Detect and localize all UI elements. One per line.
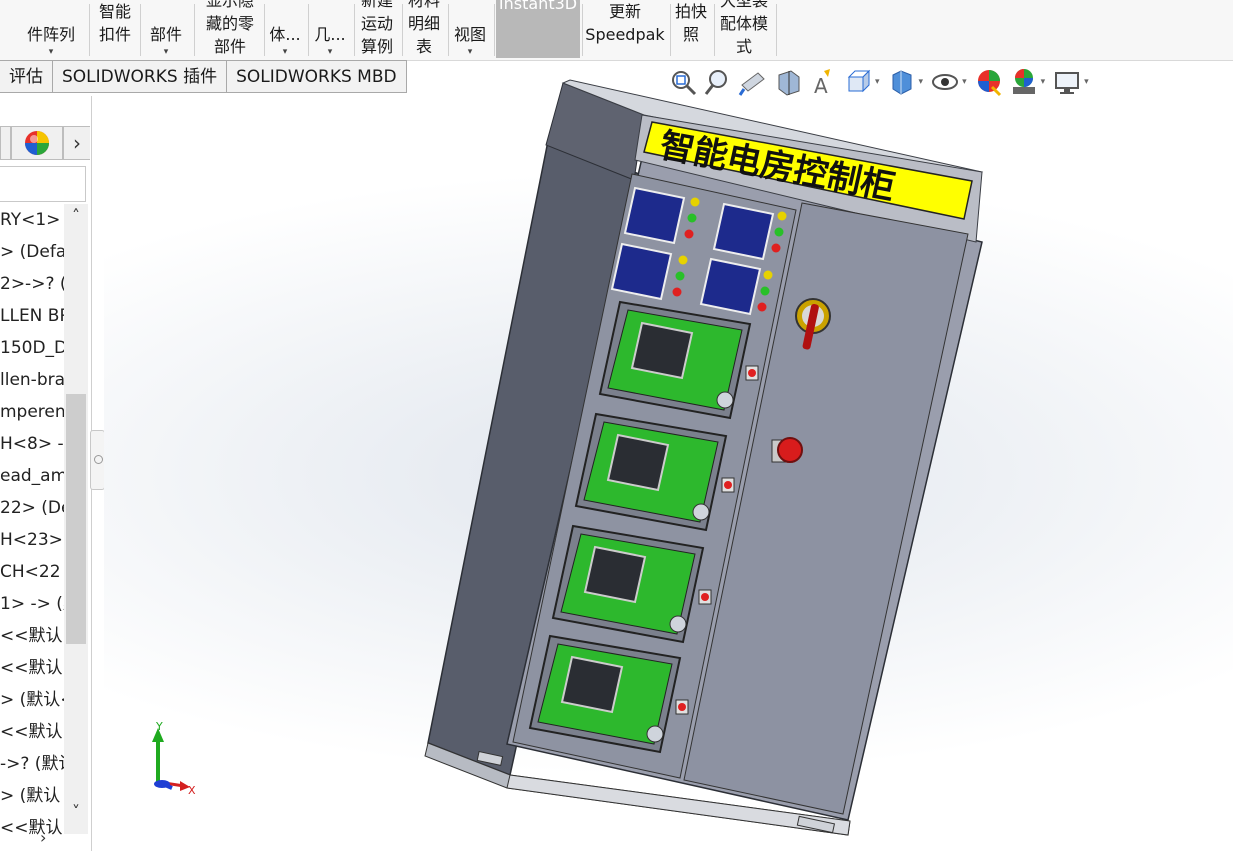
- ribbon-button-label: 扣件: [98, 25, 131, 44]
- panel-tab-partial[interactable]: [0, 126, 11, 160]
- tree-item[interactable]: ->? (默认: [0, 748, 64, 780]
- ribbon-button-bill-of-materials[interactable]: 材料 明细表: [402, 0, 446, 58]
- filter-input[interactable]: [0, 166, 86, 202]
- ribbon-button-partial[interactable]: [0, 0, 12, 58]
- feature-tree: RY<1> (> (Defa2>->? (DLLEN BR150D_Dllen-…: [0, 204, 64, 844]
- tree-item[interactable]: > (默认: [0, 780, 64, 812]
- tree-item[interactable]: 1> -> (默: [0, 588, 64, 620]
- ribbon-button-insert-components[interactable]: 部件 ▾: [140, 0, 192, 58]
- tree-item[interactable]: <<默认>: [0, 716, 64, 748]
- ribbon-button-label: Speedpak: [585, 25, 665, 44]
- chevron-down-icon[interactable]: ▾: [1084, 77, 1089, 87]
- coordinate-triad: Y X: [152, 720, 196, 797]
- ribbon-button-label: 部件: [213, 37, 246, 56]
- tree-item[interactable]: <<默认>: [0, 620, 64, 652]
- ribbon-separator: [494, 4, 495, 56]
- ribbon-button-label: 照: [682, 25, 699, 44]
- ribbon-button-label: 藏的零: [205, 14, 254, 33]
- tree-item[interactable]: LLEN BR: [0, 300, 64, 332]
- ribbon-button-show-hidden-components[interactable]: 显示隐 藏的零 部件: [198, 0, 262, 58]
- ribbon-button-label: 式: [735, 37, 752, 56]
- panel-tabs: ›: [0, 126, 91, 162]
- display-manager-icon: [25, 131, 49, 155]
- ribbon-button-label: 明细: [407, 14, 440, 33]
- ribbon-button-label: 体...: [269, 25, 301, 44]
- ribbon-button-smart-fasteners[interactable]: 智能 扣件: [92, 0, 138, 58]
- ribbon-button-label: 视图: [453, 25, 486, 44]
- ribbon-button-update-speedpak[interactable]: 更新 Speedpak: [582, 0, 668, 58]
- ribbon-button-label: Instant3D: [498, 0, 578, 13]
- ribbon-button-label: 大型装: [719, 0, 768, 10]
- ribbon-button-label: 部件: [149, 25, 182, 44]
- ribbon-separator: [89, 4, 90, 56]
- ribbon-button-label: 更新: [608, 2, 641, 21]
- command-manager-tabs: 评估 SOLIDWORKS 插件 SOLIDWORKS MBD: [0, 60, 407, 94]
- apply-scene-icon[interactable]: [1009, 67, 1039, 97]
- scroll-up-icon[interactable]: ˄: [64, 204, 88, 228]
- control-cabinet-model[interactable]: 智能电房控制柜: [410, 78, 1000, 843]
- ribbon-button-label: 几...: [314, 25, 346, 44]
- tree-item[interactable]: > (Defa: [0, 236, 64, 268]
- panel-splitter-handle[interactable]: [90, 430, 105, 490]
- ribbon-button-instant3d[interactable]: Instant3D: [496, 0, 580, 58]
- scrollbar-thumb[interactable]: [66, 394, 86, 644]
- tree-item[interactable]: llen-bra: [0, 364, 64, 396]
- tree-item[interactable]: H<8> ->: [0, 428, 64, 460]
- ribbon-button-label: 件阵列: [26, 25, 75, 44]
- ribbon-button-label: 智能: [98, 2, 131, 21]
- chevron-down-icon[interactable]: ▾: [49, 46, 54, 58]
- emergency-stop-button: [771, 437, 803, 463]
- ribbon-separator: [776, 4, 777, 56]
- chevron-down-icon[interactable]: ▾: [468, 46, 473, 58]
- tree-item[interactable]: H<23>: [0, 524, 64, 556]
- ribbon-button-label: 新建: [360, 0, 393, 10]
- ribbon-button-label: 配体模: [719, 14, 768, 33]
- ribbon-button-label: 显示隐: [205, 0, 254, 10]
- tree-item[interactable]: > (默认<: [0, 684, 64, 716]
- ribbon-button-new-motion-study[interactable]: 新建 运动 算例: [354, 0, 400, 58]
- tree-item[interactable]: ead_am: [0, 460, 64, 492]
- chevron-down-icon[interactable]: ▾: [1041, 77, 1046, 87]
- ribbon-button-geometry[interactable]: 几... ▾: [308, 0, 352, 58]
- tab-solidworks-mbd[interactable]: SOLIDWORKS MBD: [227, 60, 407, 93]
- ribbon-button-label: 材料: [407, 0, 440, 10]
- command-ribbon: 件阵列 ▾ 智能 扣件 部件 ▾ 显示隐 藏的零 部件 体... ▾ 几... ▾ 新建 运动 算例 材料 明细表…: [0, 0, 1233, 61]
- ribbon-button-body[interactable]: 体... ▾: [264, 0, 306, 58]
- ribbon-button-label: 算例: [360, 37, 393, 56]
- triad-y-label: Y: [155, 720, 163, 733]
- tree-item[interactable]: 2>->? (D: [0, 268, 64, 300]
- tree-item[interactable]: RY<1> (: [0, 204, 64, 236]
- tree-item[interactable]: 150D_D: [0, 332, 64, 364]
- ribbon-button-label: 表: [415, 37, 432, 56]
- tree-item[interactable]: <<默认>: [0, 652, 64, 684]
- ribbon-button-component-pattern[interactable]: 件阵列 ▾: [15, 0, 87, 58]
- panel-tab-expand[interactable]: ›: [63, 126, 90, 160]
- ribbon-button-label: 运动: [360, 14, 393, 33]
- tab-evaluate[interactable]: 评估: [0, 60, 53, 93]
- ribbon-separator: [194, 4, 195, 56]
- ribbon-button-label: 拍快: [674, 2, 707, 21]
- view-settings-icon[interactable]: [1052, 67, 1082, 97]
- tree-item[interactable]: CH<22: [0, 556, 64, 588]
- tab-solidworks-addins[interactable]: SOLIDWORKS 插件: [53, 60, 228, 93]
- tree-item[interactable]: 22> (De: [0, 492, 64, 524]
- chevron-down-icon[interactable]: ▾: [283, 46, 288, 58]
- triad-x-label: X: [188, 784, 196, 797]
- tree-scrollbar[interactable]: ˄ ˅: [64, 204, 88, 834]
- ribbon-button-take-snapshot[interactable]: 拍快照: [670, 0, 712, 58]
- scroll-down-icon[interactable]: ˅: [64, 800, 88, 824]
- panel-tab-display-manager[interactable]: [11, 126, 63, 160]
- ribbon-button-large-assembly-mode[interactable]: 大型装 配体模式: [714, 0, 774, 58]
- chevron-right-icon: ›: [73, 131, 81, 155]
- tree-item[interactable]: mperen: [0, 396, 64, 428]
- chevron-down-icon[interactable]: ▾: [164, 46, 169, 58]
- chevron-down-icon[interactable]: ▾: [328, 46, 333, 58]
- scroll-right-icon[interactable]: ›: [40, 828, 46, 847]
- ribbon-button-view[interactable]: 视图 ▾: [448, 0, 492, 58]
- tree-item[interactable]: <<默认>: [0, 812, 64, 844]
- feature-manager-panel: › RY<1> (> (Defa2>->? (DLLEN BR150D_Dlle…: [0, 96, 92, 851]
